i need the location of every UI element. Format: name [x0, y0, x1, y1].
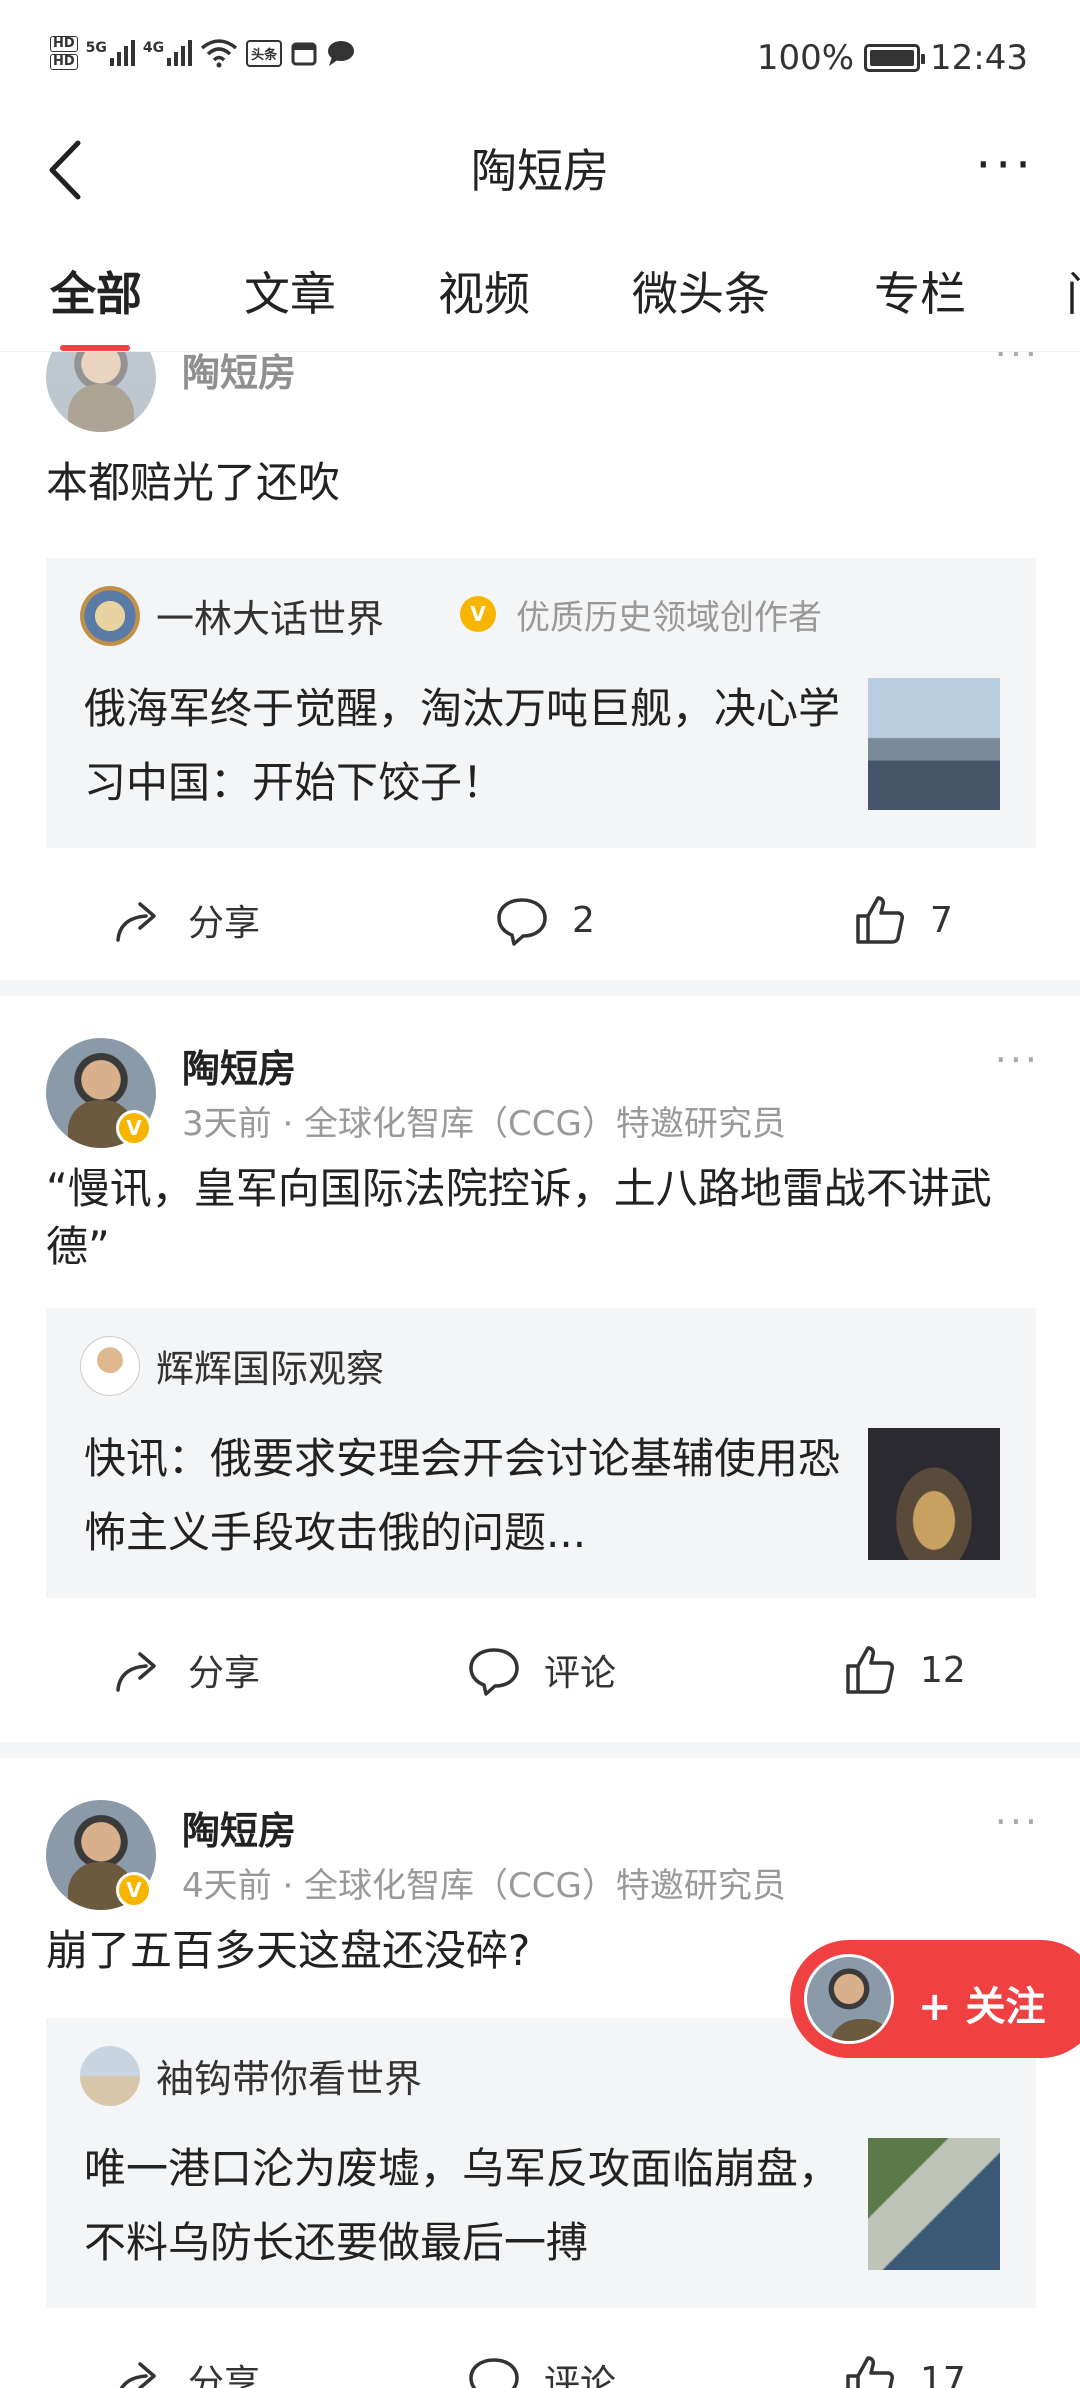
verified-icon: V	[116, 1872, 152, 1908]
tab-columns[interactable]: 专栏	[874, 258, 966, 324]
quoted-author-avatar	[80, 586, 140, 646]
network-type: 4G	[142, 40, 165, 56]
share-icon	[116, 1652, 156, 1692]
app-badge-icon: 头条	[246, 39, 283, 67]
signal-icon: 4G	[142, 40, 193, 66]
feed-post[interactable]: 陶短房 ··· 本都赔光了还吹 一林大话世界 V 优质历史领域创作者 俄海军终于…	[0, 352, 1080, 980]
quoted-article-title: 俄海军终于觉醒，淘汰万吨巨舰，决心学习中国：开始下饺子！	[84, 684, 841, 807]
status-bar: HD HD 5G 4G 头条 100% 12:43	[0, 0, 1080, 120]
share-icon	[119, 2362, 156, 2388]
like-button[interactable]: 12	[842, 1642, 966, 1698]
post-text[interactable]: “慢讯，皇军向国际法院控诉，土八路地雷战不讲武德”	[46, 1160, 1040, 1276]
quoted-author-name: 辉辉国际观察	[156, 1347, 385, 1391]
like-count: 17	[920, 2359, 966, 2388]
quoted-author-avatar	[80, 2046, 140, 2106]
page-title: 陶短房	[471, 144, 609, 198]
tab-videos[interactable]: 视频	[438, 258, 530, 324]
follow-label: + 关注	[918, 1984, 1046, 2030]
active-tab-indicator	[60, 345, 130, 351]
profile-tabs: 全部 文章 视频 微头条 专栏 问	[0, 240, 1080, 352]
quoted-article[interactable]: 一林大话世界 V 优质历史领域创作者 俄海军终于觉醒，淘汰万吨巨舰，决心学习中国…	[46, 558, 1036, 848]
article-thumbnail	[868, 2138, 1000, 2270]
post-actions: 分享 评论 17	[0, 2342, 1080, 2388]
article-thumbnail	[868, 678, 1000, 810]
comment-icon	[469, 2358, 519, 2388]
share-icon	[116, 902, 156, 942]
tab-qa[interactable]: 问	[1066, 258, 1080, 324]
clock: 12:43	[930, 38, 1028, 78]
share-button[interactable]: 分享	[110, 2352, 260, 2388]
wifi-icon	[201, 39, 238, 68]
verified-icon: V	[460, 596, 496, 632]
post-actions: 分享 评论 12	[0, 1632, 1080, 1712]
comment-button[interactable]: 2	[494, 892, 595, 948]
calendar-icon	[291, 42, 317, 66]
hd-indicator: HD HD	[50, 36, 78, 70]
tab-all[interactable]: 全部	[50, 258, 142, 324]
hd-label: HD	[50, 36, 78, 52]
comment-icon	[497, 898, 547, 946]
thumbs-up-icon	[846, 1646, 894, 1694]
quoted-author-avatar	[80, 1336, 140, 1396]
comment-icon	[469, 1648, 519, 1696]
thumbs-up-icon	[856, 896, 904, 944]
post-more-button[interactable]: ···	[995, 1800, 1040, 1844]
share-button[interactable]: 分享	[110, 892, 260, 948]
tab-micro-posts[interactable]: 微头条	[632, 258, 770, 324]
thumbs-up-icon	[846, 2356, 894, 2388]
post-meta: 4天前 · 全球化智库（CCG）特邀研究员	[182, 1866, 786, 1906]
article-thumbnail	[868, 1428, 1000, 1560]
comment-button[interactable]: 评论	[466, 2352, 616, 2388]
share-label: 分享	[188, 1653, 261, 1694]
feed-list[interactable]: 陶短房 ··· 本都赔光了还吹 一林大话世界 V 优质历史领域创作者 俄海军终于…	[0, 352, 1080, 2388]
post-actions: 分享 2 7	[0, 882, 1080, 962]
post-text[interactable]: 本都赔光了还吹	[46, 454, 1040, 512]
battery-icon	[864, 44, 926, 72]
follow-button[interactable]: + 关注	[790, 1940, 1080, 2058]
hd-label: HD	[50, 54, 78, 70]
quoted-author-name: 一林大话世界	[156, 597, 385, 641]
like-count: 12	[920, 1649, 966, 1691]
divider	[0, 1742, 1080, 1758]
top-nav-bar: 陶短房 ···	[0, 115, 1080, 230]
message-icon	[328, 41, 355, 66]
share-label: 分享	[188, 2363, 261, 2388]
avatar[interactable]	[46, 352, 156, 432]
tab-articles[interactable]: 文章	[244, 258, 336, 324]
comment-count: 2	[572, 899, 595, 941]
like-count: 7	[930, 899, 953, 941]
network-type: 5G	[85, 40, 107, 56]
quoted-article-title: 快讯：俄要求安理会开会讨论基辅使用恐怖主义手段攻击俄的问题...	[84, 1434, 841, 1557]
comment-label: 评论	[544, 2363, 617, 2388]
battery-percent: 100%	[756, 38, 855, 78]
comment-button[interactable]: 评论	[466, 1642, 616, 1698]
like-button[interactable]: 7	[852, 892, 953, 948]
author-name[interactable]: 陶短房	[182, 1038, 296, 1093]
quoted-article[interactable]: 辉辉国际观察 快讯：俄要求安理会开会讨论基辅使用恐怖主义手段攻击俄的问题...	[46, 1308, 1036, 1598]
divider	[0, 980, 1080, 996]
feed-post[interactable]: V 陶短房 4天前 · 全球化智库（CCG）特邀研究员 ··· 崩了五百多天这盘…	[0, 1758, 1080, 2388]
more-options-button[interactable]: ···	[975, 140, 1035, 190]
author-name[interactable]: 陶短房	[182, 352, 296, 397]
post-more-button[interactable]: ···	[995, 1038, 1040, 1082]
share-button[interactable]: 分享	[110, 1642, 260, 1698]
signal-icon: 5G	[86, 40, 135, 66]
author-name[interactable]: 陶短房	[182, 1800, 296, 1855]
avatar	[804, 1954, 894, 2044]
comment-label: 评论	[544, 1653, 617, 1694]
feed-post[interactable]: V 陶短房 3天前 · 全球化智库（CCG）特邀研究员 ··· “慢讯，皇军向国…	[0, 996, 1080, 1742]
like-button[interactable]: 17	[842, 2352, 966, 2388]
post-meta: 3天前 · 全球化智库（CCG）特邀研究员	[182, 1104, 786, 1144]
post-more-button[interactable]: ···	[995, 352, 1040, 376]
share-label: 分享	[188, 903, 261, 944]
quoted-article[interactable]: 袖钩带你看世界 唯一港口沦为废墟，乌军反攻面临崩盘，不料乌防长还要做最后一搏	[46, 2018, 1036, 2308]
author-description: 优质历史领域创作者	[516, 598, 822, 638]
quoted-article-title: 唯一港口沦为废墟，乌军反攻面临崩盘，不料乌防长还要做最后一搏	[84, 2144, 841, 2267]
verified-icon: V	[116, 1110, 152, 1146]
quoted-author-name: 袖钩带你看世界	[156, 2057, 423, 2101]
